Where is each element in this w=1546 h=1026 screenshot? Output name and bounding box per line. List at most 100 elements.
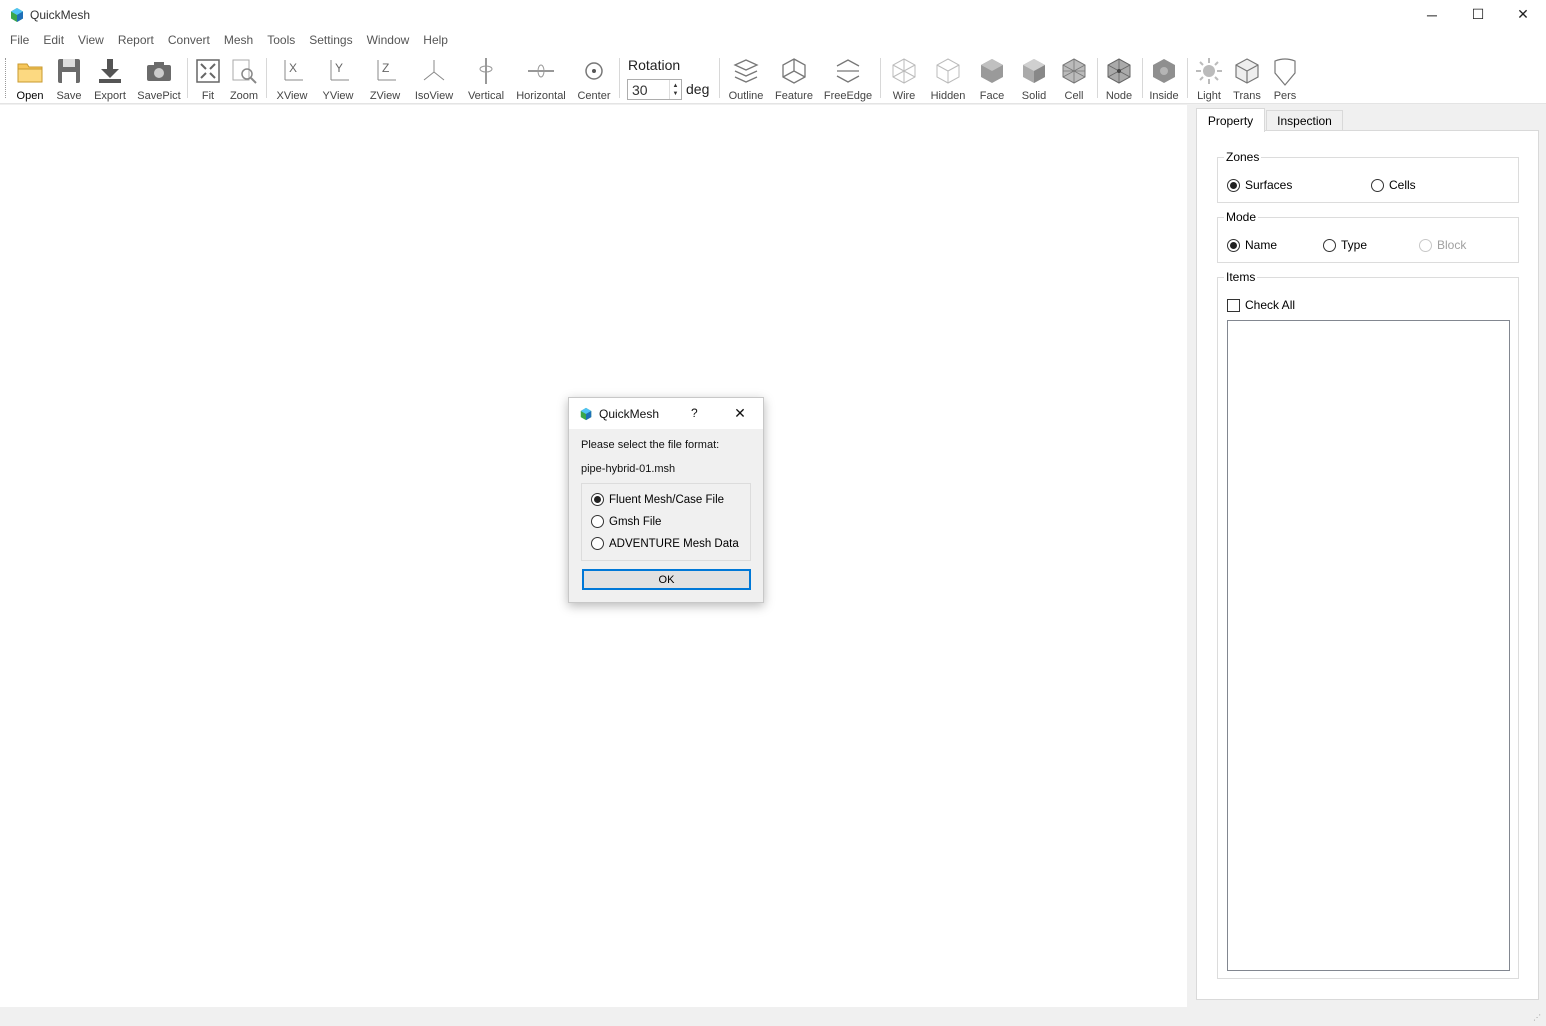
rotation-value[interactable]: 30: [632, 82, 648, 98]
radio-selected-icon: [1227, 238, 1240, 252]
radio-empty-icon: [591, 515, 604, 528]
toolbar-grip[interactable]: [5, 58, 8, 98]
close-button[interactable]: ✕: [1500, 0, 1546, 29]
check-all-checkbox[interactable]: Check All: [1227, 298, 1295, 312]
menu-convert[interactable]: Convert: [161, 29, 217, 52]
radio-cells[interactable]: Cells: [1371, 178, 1416, 192]
radio-gmsh[interactable]: Gmsh File: [591, 515, 661, 528]
radio-fluent[interactable]: Fluent Mesh/Case File: [591, 493, 724, 506]
svg-text:X: X: [289, 61, 297, 75]
resize-grip-icon[interactable]: ⋰: [1533, 1013, 1543, 1023]
camera-icon: [147, 62, 171, 81]
x-view-button[interactable]: X XView: [273, 54, 311, 102]
z-view-button[interactable]: Z ZView: [366, 54, 404, 102]
window-title: QuickMesh: [30, 7, 91, 22]
node-button[interactable]: Node: [1103, 54, 1135, 102]
items-title: Items: [1224, 270, 1258, 284]
center-icon: [585, 62, 603, 80]
toolbar-separator: [619, 58, 620, 98]
fit-button[interactable]: Fit: [193, 54, 223, 102]
dialog-close-button[interactable]: ✕: [731, 404, 749, 422]
toolbar-separator: [719, 58, 720, 98]
inside-icon: [1153, 59, 1175, 83]
wire-button[interactable]: Wire: [887, 54, 921, 102]
pers-button[interactable]: Pers: [1269, 54, 1301, 102]
menu-tools[interactable]: Tools: [260, 29, 302, 52]
solid-button[interactable]: Solid: [1018, 54, 1050, 102]
toolbar-separator: [266, 58, 267, 98]
rotation-unit: deg: [686, 81, 710, 97]
mode-group: Mode Name Type Block: [1217, 210, 1519, 263]
center-button[interactable]: Center: [576, 54, 612, 102]
face-icon: [981, 59, 1003, 83]
horizontal-button[interactable]: Horizontal: [514, 54, 568, 102]
outline-icon: [733, 59, 759, 83]
save-button[interactable]: Save: [52, 54, 86, 102]
open-button[interactable]: Open: [12, 54, 48, 102]
radio-name[interactable]: Name: [1227, 238, 1277, 252]
free-edge-button[interactable]: FreeEdge: [823, 54, 873, 102]
zones-group: Zones Surfaces Cells: [1217, 150, 1519, 203]
radio-type[interactable]: Type: [1323, 238, 1367, 252]
vertical-button[interactable]: Vertical: [465, 54, 507, 102]
zones-title: Zones: [1224, 150, 1262, 164]
rotation-spinbox[interactable]: 30 ▲ ▼: [627, 79, 682, 100]
menu-mesh[interactable]: Mesh: [217, 29, 260, 52]
light-button[interactable]: Light: [1194, 54, 1224, 102]
toolbar-separator: [880, 58, 881, 98]
feature-button[interactable]: Feature: [773, 54, 815, 102]
property-panel: Zones Surfaces Cells Mode Name Type Bloc…: [1196, 130, 1539, 1000]
quickmesh-logo-icon: [580, 407, 592, 420]
iso-view-icon: [423, 60, 445, 81]
radio-empty-icon: [1323, 238, 1336, 252]
dialog-filename: pipe-hybrid-01.msh: [581, 463, 676, 475]
menu-help[interactable]: Help: [416, 29, 455, 52]
menu-report[interactable]: Report: [111, 29, 161, 52]
tab-property[interactable]: Property: [1196, 108, 1265, 132]
feature-icon: [782, 58, 806, 84]
dialog-help-button[interactable]: ?: [691, 406, 698, 420]
maximize-button[interactable]: ☐: [1455, 0, 1501, 29]
floppy-icon: [58, 59, 80, 83]
menu-settings[interactable]: Settings: [302, 29, 359, 52]
status-bar: ⋰: [0, 1007, 1546, 1026]
face-button[interactable]: Face: [976, 54, 1008, 102]
save-pict-button[interactable]: SavePict: [136, 54, 182, 102]
iso-view-button[interactable]: IsoView: [411, 54, 457, 102]
menu-edit[interactable]: Edit: [36, 29, 71, 52]
ok-button[interactable]: OK: [582, 569, 751, 590]
checkbox-empty-icon: [1227, 298, 1240, 312]
export-button[interactable]: Export: [90, 54, 130, 102]
items-listbox[interactable]: [1227, 320, 1510, 971]
menu-window[interactable]: Window: [360, 29, 417, 52]
dialog-message: Please select the file format:: [581, 439, 720, 451]
title-bar: QuickMesh ─ ☐ ✕: [0, 0, 1546, 29]
svg-text:Y: Y: [335, 61, 343, 75]
wire-icon: [892, 58, 916, 84]
free-edge-icon: [836, 59, 860, 83]
radio-adventure[interactable]: ADVENTURE Mesh Data: [591, 537, 739, 550]
y-view-button[interactable]: Y YView: [319, 54, 357, 102]
radio-surfaces[interactable]: Surfaces: [1227, 178, 1292, 192]
quickmesh-logo-icon: [11, 7, 23, 22]
toolbar-separator: [1097, 58, 1098, 98]
light-icon: [1196, 58, 1222, 84]
menu-view[interactable]: View: [71, 29, 111, 52]
hidden-button[interactable]: Hidden: [928, 54, 968, 102]
menu-file[interactable]: File: [3, 29, 36, 52]
minimize-button[interactable]: ─: [1409, 0, 1455, 29]
zoom-button[interactable]: Zoom: [228, 54, 260, 102]
file-format-dialog: QuickMesh ? ✕ Please select the file for…: [568, 397, 764, 603]
vertical-rotate-icon: [479, 58, 493, 84]
toolbar-separator: [187, 58, 188, 98]
horizontal-rotate-icon: [528, 64, 554, 78]
fit-icon: [196, 59, 220, 83]
cell-button[interactable]: Cell: [1058, 54, 1090, 102]
spin-arrows-icon[interactable]: ▲ ▼: [669, 80, 681, 99]
trans-button[interactable]: Trans: [1231, 54, 1263, 102]
inside-button[interactable]: Inside: [1148, 54, 1180, 102]
outline-button[interactable]: Outline: [727, 54, 765, 102]
svg-text:Z: Z: [382, 61, 389, 75]
x-view-icon: X: [284, 60, 303, 81]
tab-inspection[interactable]: Inspection: [1266, 110, 1343, 131]
